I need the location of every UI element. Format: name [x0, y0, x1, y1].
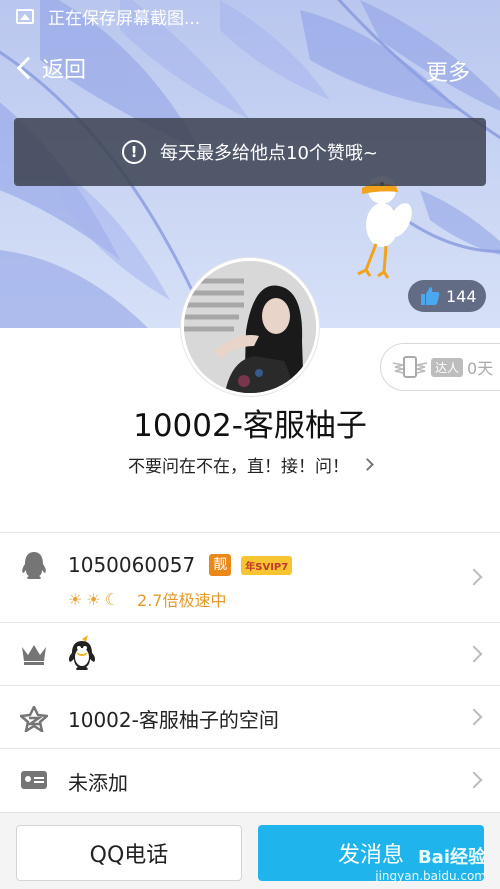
avatar[interactable]: [181, 258, 319, 396]
toast-message: ! 每天最多给他点10个赞哦~: [14, 118, 486, 186]
info-icon: !: [122, 140, 146, 164]
chevron-right-icon: [465, 645, 483, 663]
crown-icon: [22, 645, 46, 665]
sun-level-icon: ☀: [86, 589, 101, 609]
back-label: 返回: [42, 58, 87, 83]
qq-penguin-icon: [22, 552, 46, 579]
moon-level-icon: ☾: [104, 589, 120, 609]
phone-wings-icon: [392, 356, 428, 378]
talent-days: 0天: [467, 359, 494, 378]
signature-text: 不要问在不在，直！接！问！: [128, 457, 349, 477]
chevron-right-icon: [361, 458, 374, 471]
back-button[interactable]: 返回: [14, 52, 86, 84]
baidu-watermark: Bai经验 jingyan.baidu.com: [375, 843, 486, 883]
profile-name: 10002-客服柚子: [133, 408, 367, 444]
chevron-right-icon: [465, 771, 483, 789]
profile-info-list: 1050060057 靓 年SVIP7 ☀ ☀ ☾ 2.7倍极速中 10002-…: [0, 532, 500, 811]
watermark-brand: Bai经验: [417, 847, 486, 868]
chevron-right-icon: [465, 708, 483, 726]
vip-row[interactable]: [0, 622, 500, 685]
svip-badge: 年SVIP7: [241, 555, 293, 575]
level-line: ☀ ☀ ☾ 2.7倍极速中: [68, 587, 226, 611]
avatar-photo: [184, 261, 316, 393]
chevron-right-icon: [465, 568, 483, 586]
liang-badge: 靓: [209, 554, 232, 576]
bottom-action-bar: QQ电话 发消息 Bai经验 jingyan.baidu.com: [0, 812, 500, 889]
id-card-icon: [21, 771, 47, 789]
qq-call-button[interactable]: QQ电话: [16, 825, 242, 881]
account-row[interactable]: 1050060057 靓 年SVIP7 ☀ ☀ ☾ 2.7倍极速中: [0, 532, 500, 622]
watermark-url: jingyan.baidu.com: [375, 869, 486, 883]
sun-level-icon: ☀: [68, 589, 83, 609]
talent-badge: 达人: [431, 357, 464, 377]
chevron-left-icon: [16, 56, 40, 80]
like-button[interactable]: 144: [408, 280, 486, 312]
qq-number: 1050060057: [68, 553, 196, 577]
qzone-label: 10002-客服柚子的空间: [68, 708, 279, 732]
system-status-bar: 正在保存屏幕截图...: [0, 0, 500, 32]
signature-row[interactable]: 不要问在不在，直！接！问！: [0, 452, 500, 477]
like-count: 144: [446, 286, 477, 306]
id-card-row[interactable]: 未添加: [0, 748, 500, 811]
duck-illustration: [357, 176, 412, 279]
image-icon: [16, 8, 34, 24]
toast-text: 每天最多给他点10个赞哦~: [160, 143, 378, 164]
talent-badge-button[interactable]: 达人 0天: [380, 343, 500, 391]
qzone-row[interactable]: 10002-客服柚子的空间: [0, 685, 500, 748]
id-card-label: 未添加: [68, 771, 128, 795]
thumbs-up-icon: [421, 287, 440, 305]
qzone-star-icon: [20, 706, 48, 732]
speed-text: 2.7倍极速中: [137, 591, 227, 610]
more-button[interactable]: 更多: [426, 55, 470, 87]
qq-number-line: 1050060057 靓 年SVIP7: [68, 553, 293, 577]
status-text: 正在保存屏幕截图...: [48, 8, 201, 29]
qq-penguin-badge-icon: [68, 635, 96, 670]
